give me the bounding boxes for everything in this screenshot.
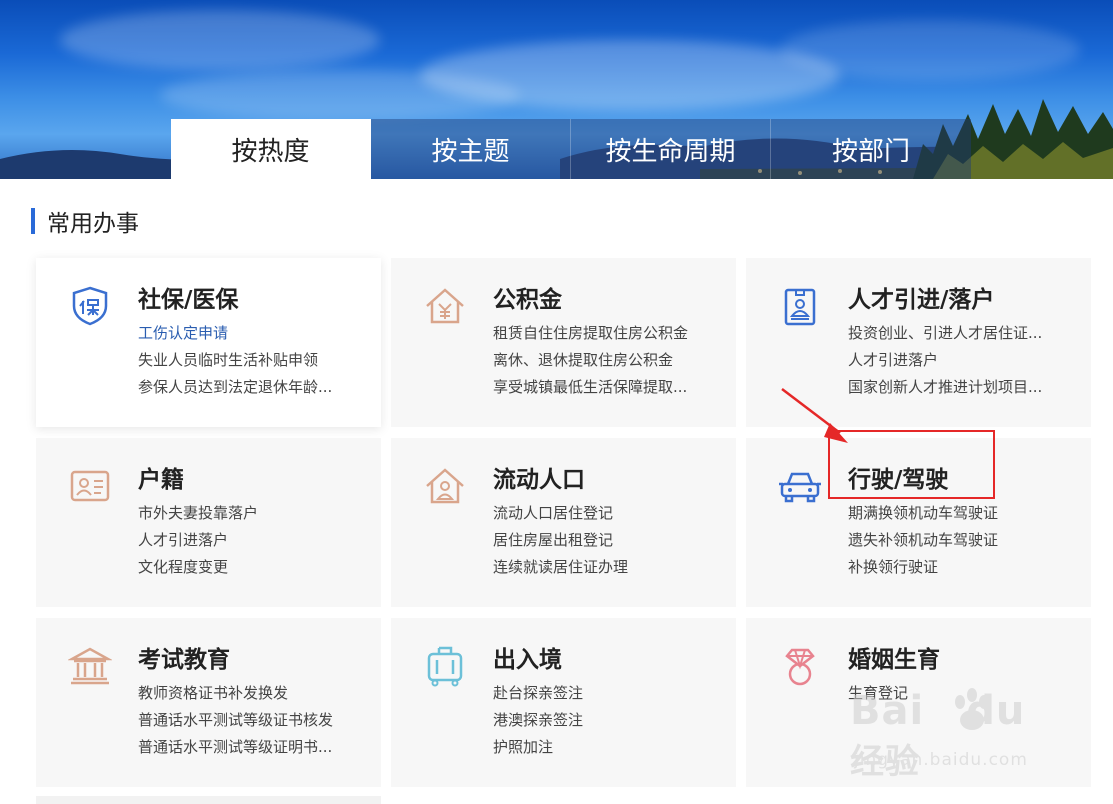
card-item-link[interactable]: 护照加注 <box>493 734 583 761</box>
id-badge-icon <box>784 288 816 326</box>
shield-bao-icon <box>72 286 108 326</box>
house-yuan-icon <box>426 288 464 324</box>
card-item-list: 工伤认定申请 失业人员临时生活补贴申领 参保人员达到法定退休年龄... <box>138 320 332 401</box>
tab-by-topic[interactable]: 按主题 <box>371 119 571 179</box>
card-title: 公积金 <box>493 287 562 313</box>
card-item-link[interactable]: 投资创业、引进人才居住证... <box>848 320 1042 347</box>
house-person-icon <box>426 468 464 504</box>
card-item-link[interactable]: 普通话水平测试等级证书核发 <box>138 707 333 734</box>
card-entry-exit[interactable]: 出入境 赴台探亲签注 港澳探亲签注 护照加注 <box>391 618 736 787</box>
cloud <box>780 20 1080 80</box>
card-item-link[interactable]: 居住房屋出租登记 <box>493 527 628 554</box>
institution-icon <box>68 647 112 685</box>
card-item-link[interactable]: 人才引进落户 <box>848 347 1042 374</box>
card-item-link[interactable]: 享受城镇最低生活保障提取... <box>493 374 688 401</box>
section-title: 常用办事 <box>47 211 139 237</box>
section-accent-bar <box>31 208 35 234</box>
card-item-link[interactable]: 连续就读居住证办理 <box>493 554 628 581</box>
card-item-link[interactable]: 遗失补领机动车驾驶证 <box>848 527 998 554</box>
card-item-link[interactable]: 流动人口居住登记 <box>493 500 628 527</box>
card-item-list: 赴台探亲签注 港澳探亲签注 护照加注 <box>493 680 583 761</box>
next-row-card-edge <box>36 796 381 804</box>
card-item-list: 教师资格证书补发换发 普通话水平测试等级证书核发 普通话水平测试等级证明书... <box>138 680 333 761</box>
card-item-list: 租赁自住住房提取住房公积金 离休、退休提取住房公积金 享受城镇最低生活保障提取.… <box>493 320 688 401</box>
card-housing-fund[interactable]: 公积金 租赁自住住房提取住房公积金 离休、退休提取住房公积金 享受城镇最低生活保… <box>391 258 736 427</box>
card-item-link[interactable]: 赴台探亲签注 <box>493 680 583 707</box>
car-icon <box>779 472 821 503</box>
card-item-list: 市外夫妻投靠落户 人才引进落户 文化程度变更 <box>138 500 258 581</box>
card-item-link[interactable]: 补换领行驶证 <box>848 554 998 581</box>
card-exam-education[interactable]: 考试教育 教师资格证书补发换发 普通话水平测试等级证书核发 普通话水平测试等级证… <box>36 618 381 787</box>
annotation-highlight-box <box>828 430 995 499</box>
card-item-link[interactable]: 国家创新人才推进计划项目... <box>848 374 1042 401</box>
watermark-logo-bai: Bai <box>850 688 925 734</box>
card-item-link[interactable]: 工伤认定申请 <box>138 320 332 347</box>
card-household-registration[interactable]: 户籍 市外夫妻投靠落户 人才引进落户 文化程度变更 <box>36 438 381 607</box>
card-floating-population[interactable]: 流动人口 流动人口居住登记 居住房屋出租登记 连续就读居住证办理 <box>391 438 736 607</box>
card-social-security[interactable]: 社保/医保 工伤认定申请 失业人员临时生活补贴申领 参保人员达到法定退休年龄..… <box>36 258 381 427</box>
tab-by-popularity[interactable]: 按热度 <box>171 119 371 179</box>
id-card-icon <box>70 470 110 502</box>
card-title: 流动人口 <box>493 467 585 493</box>
card-title: 人才引进/落户 <box>848 287 995 313</box>
category-tabs: 按热度 按主题 按生命周期 按部门 <box>171 119 971 179</box>
card-title: 考试教育 <box>138 647 230 673</box>
card-item-link[interactable]: 教师资格证书补发换发 <box>138 680 333 707</box>
ring-icon <box>785 648 815 686</box>
luggage-icon <box>427 646 463 687</box>
card-item-link[interactable]: 失业人员临时生活补贴申领 <box>138 347 332 374</box>
card-title: 户籍 <box>138 467 184 493</box>
cloud <box>60 10 380 70</box>
cloud <box>160 70 520 120</box>
card-item-list: 流动人口居住登记 居住房屋出租登记 连续就读居住证办理 <box>493 500 628 581</box>
card-title: 婚姻生育 <box>848 647 940 673</box>
tab-by-department[interactable]: 按部门 <box>771 119 971 179</box>
baidu-watermark: Bai du经验 jingyan.baidu.com <box>850 680 1060 782</box>
card-item-link[interactable]: 期满换领机动车驾驶证 <box>848 500 998 527</box>
hero-banner: 按热度 按主题 按生命周期 按部门 <box>0 0 1113 179</box>
card-title: 社保/医保 <box>138 287 239 313</box>
watermark-url: jingyan.baidu.com <box>854 750 1028 770</box>
card-item-link[interactable]: 普通话水平测试等级证明书... <box>138 734 333 761</box>
card-item-link[interactable]: 离休、退休提取住房公积金 <box>493 347 688 374</box>
card-title: 出入境 <box>493 647 562 673</box>
card-item-link[interactable]: 租赁自住住房提取住房公积金 <box>493 320 688 347</box>
section-header: 常用办事 <box>31 207 139 237</box>
card-item-link[interactable]: 文化程度变更 <box>138 554 258 581</box>
card-item-list: 期满换领机动车驾驶证 遗失补领机动车驾驶证 补换领行驶证 <box>848 500 998 581</box>
card-item-link[interactable]: 港澳探亲签注 <box>493 707 583 734</box>
card-item-link[interactable]: 市外夫妻投靠落户 <box>138 500 258 527</box>
tab-by-life-cycle[interactable]: 按生命周期 <box>571 119 771 179</box>
card-item-link[interactable]: 参保人员达到法定退休年龄... <box>138 374 332 401</box>
paw-icon <box>955 688 989 730</box>
card-item-list: 投资创业、引进人才居住证... 人才引进落户 国家创新人才推进计划项目... <box>848 320 1042 401</box>
card-item-link[interactable]: 人才引进落户 <box>138 527 258 554</box>
